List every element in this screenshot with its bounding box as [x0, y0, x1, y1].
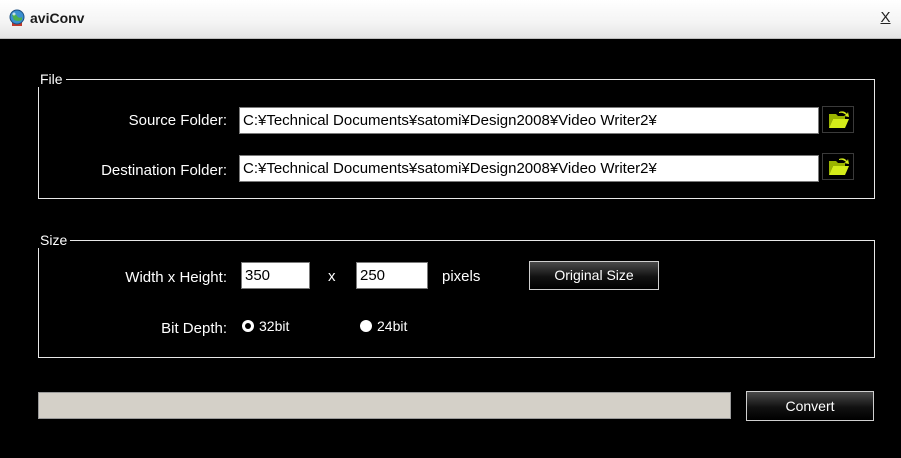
bit-depth-32-radio[interactable]: 32bit [242, 318, 289, 334]
destination-browse-button[interactable] [822, 153, 854, 180]
destination-folder-input[interactable] [239, 155, 819, 182]
source-folder-label: Source Folder: [128, 112, 227, 129]
globe-app-icon [8, 9, 26, 27]
source-folder-input[interactable] [239, 107, 819, 134]
window-title: aviConv [30, 10, 85, 26]
convert-button[interactable]: Convert [746, 391, 874, 421]
bit-depth-label: Bit Depth: [161, 320, 227, 337]
file-group-legend: File [38, 71, 66, 87]
main-panel: File Source Folder: Destination Folder: … [0, 39, 901, 458]
size-group-legend: Size [38, 232, 71, 248]
radio-selected-icon [242, 320, 254, 332]
radio-unselected-icon [360, 320, 372, 332]
dimension-separator: x [328, 268, 336, 285]
width-height-label: Width x Height: [125, 269, 227, 286]
width-input[interactable] [241, 262, 310, 289]
conversion-progress-bar [38, 392, 731, 419]
title-bar[interactable]: aviConv X [0, 0, 901, 39]
destination-folder-label: Destination Folder: [101, 162, 227, 179]
original-size-button[interactable]: Original Size [529, 261, 659, 290]
bit-depth-24-label: 24bit [377, 318, 408, 334]
size-group: Size [38, 232, 875, 358]
bit-depth-24-radio[interactable]: 24bit [360, 318, 407, 334]
source-browse-button[interactable] [822, 106, 854, 133]
height-input[interactable] [356, 262, 428, 289]
pixels-unit-label: pixels [442, 268, 481, 285]
bit-depth-32-label: 32bit [259, 318, 290, 334]
close-button[interactable]: X [878, 10, 893, 26]
